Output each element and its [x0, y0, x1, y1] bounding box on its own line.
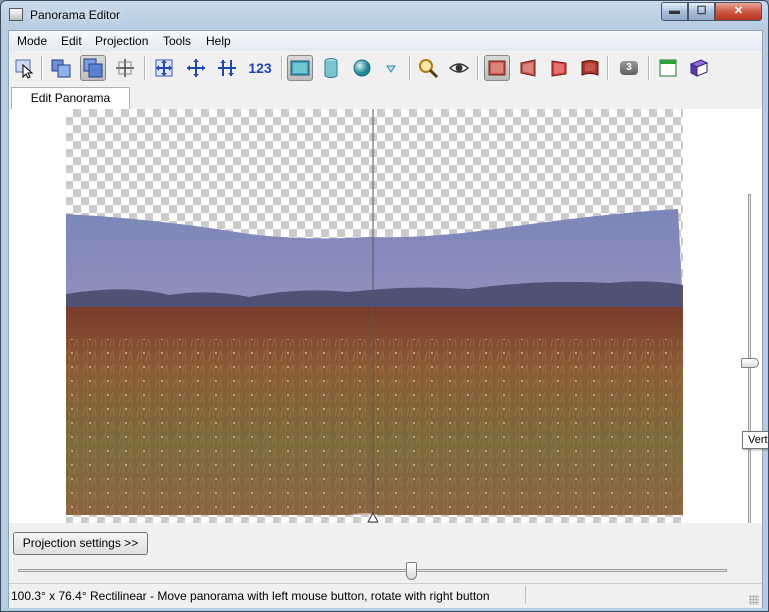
tooltip: Verti: [742, 431, 768, 449]
center-icon[interactable]: [183, 55, 209, 81]
dropdown-icon[interactable]: [378, 55, 404, 81]
menu-edit[interactable]: Edit: [61, 34, 82, 48]
window-icon[interactable]: [655, 55, 681, 81]
toolbar-separator: [41, 56, 43, 80]
zoom-icon[interactable]: [415, 55, 441, 81]
status-text: 100.3° x 76.4° Rectilinear - Move panora…: [11, 589, 490, 603]
badge-label: 3: [620, 61, 638, 75]
resize-grip-icon[interactable]: [749, 595, 759, 605]
panorama-preview[interactable]: [9, 109, 762, 523]
status-divider: [525, 586, 526, 604]
toolbar-separator: [281, 56, 283, 80]
tilted-image-2-icon[interactable]: [546, 55, 572, 81]
panorama-grass: [66, 339, 683, 515]
curved-image-icon[interactable]: [577, 55, 603, 81]
toolbar-separator: [409, 56, 411, 80]
layout-icon[interactable]: [80, 55, 106, 81]
select-icon[interactable]: [12, 55, 38, 81]
book-icon[interactable]: [686, 55, 712, 81]
title-bar[interactable]: Panorama Editor ▬ ☐ ✕: [1, 1, 768, 29]
maximize-button[interactable]: ☐: [688, 2, 715, 21]
horizontal-fov-slider-thumb[interactable]: [406, 562, 417, 580]
projection-settings-button[interactable]: Projection settings >>: [13, 532, 148, 555]
toolbar-separator: [648, 56, 650, 80]
window-title: Panorama Editor: [30, 8, 121, 22]
bottom-panel: Projection settings >>: [9, 523, 762, 583]
toolbar-separator: [477, 56, 479, 80]
vertical-fov-slider-thumb[interactable]: [741, 358, 759, 368]
eye-icon[interactable]: [446, 55, 472, 81]
status-bar: 100.3° x 76.4° Rectilinear - Move panora…: [9, 583, 762, 608]
toolbar: 123 3: [9, 51, 762, 87]
panorama-editor-window: Panorama Editor ▬ ☐ ✕ Mode Edit Projecti…: [0, 0, 769, 612]
crosshair-icon[interactable]: [112, 55, 138, 81]
app-icon: [9, 8, 23, 21]
sphere-icon[interactable]: [349, 55, 375, 81]
toolbar-separator: [144, 56, 146, 80]
menu-mode[interactable]: Mode: [17, 34, 47, 48]
menu-projection[interactable]: Projection: [95, 34, 148, 48]
fit-icon[interactable]: [151, 55, 177, 81]
numbers-button[interactable]: 123: [245, 55, 275, 81]
panorama-canvas[interactable]: Verti: [9, 109, 768, 597]
rectilinear-icon[interactable]: [287, 55, 313, 81]
client-area: Mode Edit Projection Tools Help 123 3 Ed…: [8, 30, 768, 608]
toolbar-separator: [607, 56, 609, 80]
tab-strip: Edit Panorama: [9, 87, 762, 110]
cylinder-icon[interactable]: [318, 55, 344, 81]
preview-icon[interactable]: [48, 55, 74, 81]
minimize-button[interactable]: ▬: [661, 2, 688, 21]
menu-tools[interactable]: Tools: [163, 34, 191, 48]
horizontal-fov-slider-track[interactable]: [18, 569, 727, 572]
flat-image-icon[interactable]: [484, 55, 510, 81]
badge-button[interactable]: 3: [616, 55, 642, 81]
close-button[interactable]: ✕: [715, 2, 762, 21]
straighten-icon[interactable]: [214, 55, 240, 81]
tilted-image-icon[interactable]: [515, 55, 541, 81]
tab-edit-panorama[interactable]: Edit Panorama: [11, 87, 130, 109]
menu-bar: Mode Edit Projection Tools Help: [9, 31, 762, 51]
menu-help[interactable]: Help: [206, 34, 231, 48]
